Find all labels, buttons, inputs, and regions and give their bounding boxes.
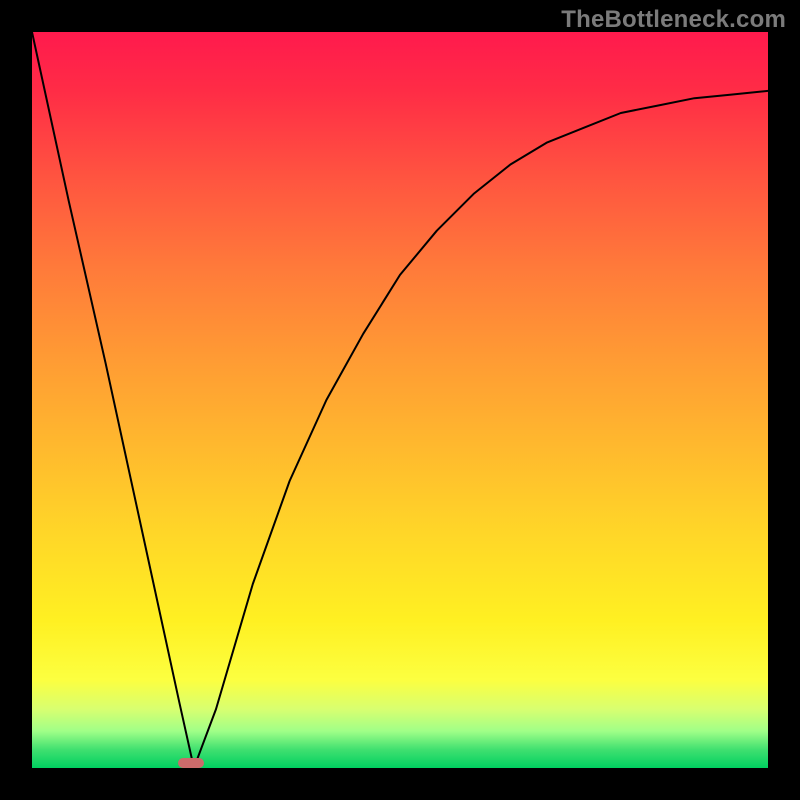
bottleneck-curve [32, 32, 768, 768]
chart-frame: TheBottleneck.com [0, 0, 800, 800]
watermark-text: TheBottleneck.com [561, 6, 786, 34]
optimal-marker [178, 758, 204, 768]
plot-area [32, 32, 768, 768]
